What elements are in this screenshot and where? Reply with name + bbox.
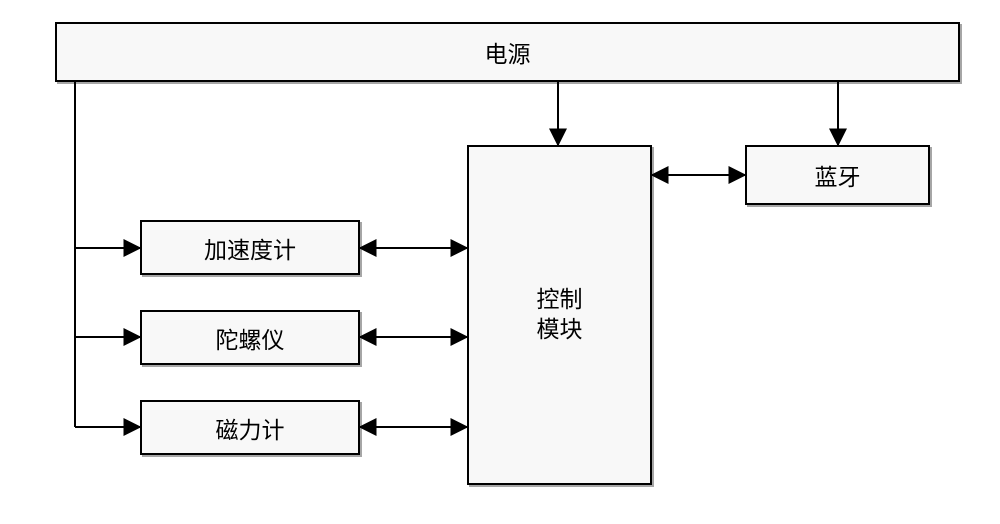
diagram-stage: 电源 控制 模块 蓝牙 加速度计 陀螺仪 磁力计	[0, 0, 1000, 524]
control-block: 控制 模块	[467, 145, 652, 485]
magnetometer-label: 磁力计	[216, 411, 285, 445]
gyroscope-label: 陀螺仪	[216, 321, 285, 355]
magnetometer-block: 磁力计	[140, 400, 360, 455]
power-block: 电源	[55, 22, 960, 82]
power-label: 电源	[485, 35, 531, 69]
bluetooth-block: 蓝牙	[745, 145, 930, 205]
control-label: 控制 模块	[537, 285, 583, 345]
bluetooth-label: 蓝牙	[815, 158, 861, 192]
gyroscope-block: 陀螺仪	[140, 310, 360, 365]
accelerometer-block: 加速度计	[140, 220, 360, 275]
accelerometer-label: 加速度计	[204, 231, 296, 265]
